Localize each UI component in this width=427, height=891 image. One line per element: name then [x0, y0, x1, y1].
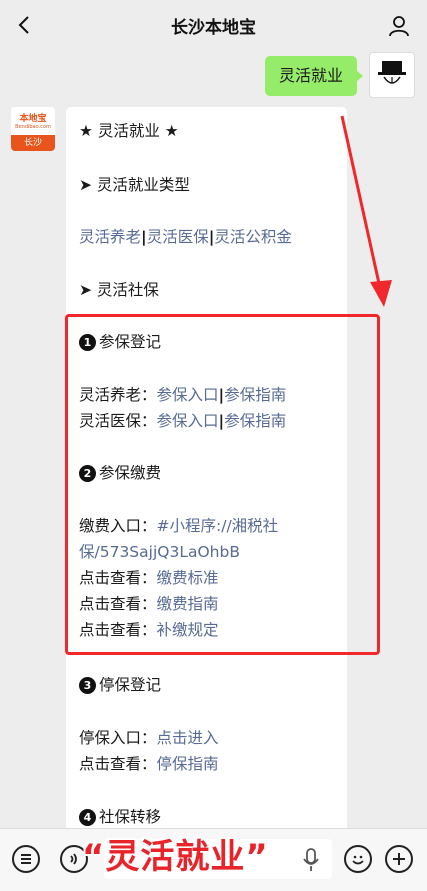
section-heading: 3 停保登记 [79, 675, 161, 695]
section-title: 停保登记 [99, 676, 162, 694]
chat-title: 长沙本地宝 [171, 18, 256, 38]
bot-city: 长沙 [11, 135, 55, 151]
types-links: 灵活养老|灵活医保|灵活公积金 [79, 228, 292, 246]
link-stop-entry[interactable]: 点击进入 [157, 729, 219, 747]
plus-icon [393, 853, 405, 865]
list-icon [21, 854, 31, 864]
user-icon[interactable] [387, 14, 411, 38]
link-stop-guide[interactable]: 停保指南 [157, 755, 219, 773]
bot-logo: 本地宝 Bendibao.com [11, 107, 55, 135]
emoji-icon [352, 855, 364, 865]
emoji-button[interactable] [344, 845, 372, 873]
avatar-drawing-icon [378, 61, 406, 84]
link-flex-housing-fund[interactable]: 灵活公积金 [214, 228, 292, 246]
section-title: 社保转移 [99, 808, 162, 826]
outgoing-message-row: 灵活就业 [215, 52, 415, 98]
plus-button[interactable] [385, 845, 413, 873]
number-badge: 3 [79, 677, 96, 694]
bot-avatar[interactable]: 本地宝 Bendibao.com 长沙 [11, 107, 55, 151]
row-label: 停保入口： [79, 729, 157, 747]
bot-logo-text: 本地宝 [19, 114, 47, 124]
list-item: 停保入口：点击进入 [79, 728, 219, 748]
link-flex-medical[interactable]: 灵活医保 [147, 228, 209, 246]
mic-icon[interactable] [302, 847, 320, 873]
row-label: 点击查看： [79, 755, 157, 773]
types-heading: ➤ 灵活就业类型 [79, 176, 190, 194]
menu-list-button[interactable] [12, 845, 40, 873]
number-badge: 4 [79, 809, 96, 826]
outgoing-bubble[interactable]: 灵活就业 [264, 56, 364, 96]
my-avatar[interactable] [369, 52, 415, 98]
annotation-highlight-box [65, 314, 380, 655]
list-item: 点击查看：停保指南 [79, 754, 219, 774]
message-title: ★ 灵活就业 ★ [79, 122, 179, 140]
section-heading: 4 社保转移 [79, 807, 161, 827]
overlay-caption: “灵活就业” [82, 837, 269, 877]
social-heading: ➤ 灵活社保 [79, 281, 159, 299]
link-flex-pension[interactable]: 灵活养老 [79, 228, 141, 246]
bot-logo-sub: Bendibao.com [15, 124, 51, 130]
chat-header: 长沙本地宝 [0, 0, 427, 52]
annotation-arrow-icon [340, 115, 392, 307]
